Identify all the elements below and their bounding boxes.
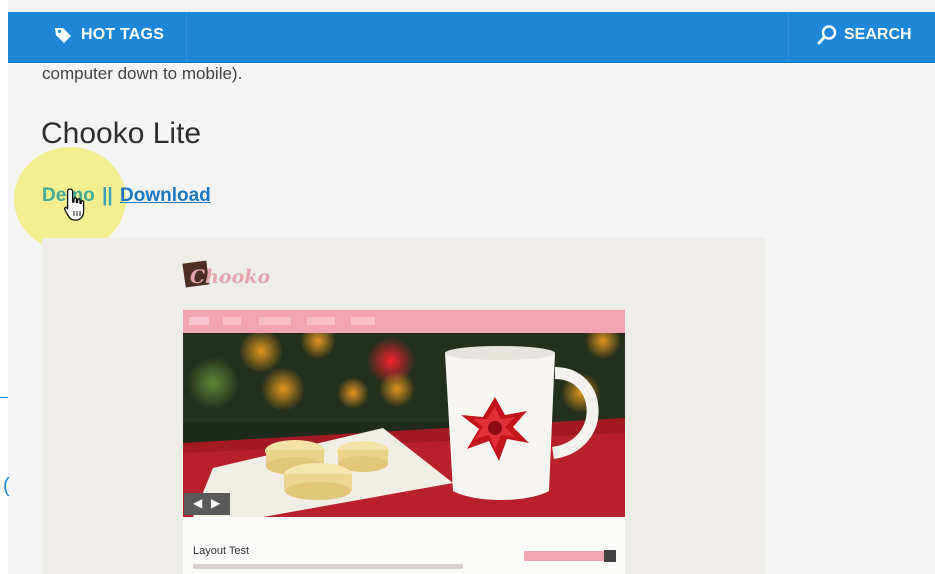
preview-nav-item (259, 317, 291, 325)
hero-image (183, 333, 625, 517)
preview-search-icon (604, 550, 616, 562)
left-edge-text[interactable]: ( (3, 475, 10, 498)
preview-nav-item (189, 317, 209, 325)
download-link[interactable]: Download (120, 185, 211, 206)
preview-nav-item (223, 317, 241, 325)
search-label: SEARCH (844, 26, 912, 43)
preview-post-title: Layout Test (193, 545, 250, 557)
logo-text: Chooko (190, 266, 271, 288)
hot-tags-label: HOT TAGS (81, 26, 165, 43)
preview-nav-bar (183, 310, 625, 333)
intro-text: computer down to mobile). (42, 64, 243, 83)
search-button[interactable]: SEARCH (788, 12, 935, 62)
search-icon (817, 25, 837, 45)
link-separator: || (102, 185, 113, 206)
hot-tags-button[interactable]: HOT TAGS (8, 12, 187, 62)
preview-nav-item (351, 317, 375, 325)
tag-icon (55, 28, 71, 43)
hand-cursor-icon (63, 188, 85, 221)
slider-prev-icon[interactable]: ◀ (193, 496, 202, 510)
theme-screenshot[interactable]: Chooko ◀ ▶ Layout Test (42, 238, 765, 574)
left-edge-line (0, 397, 8, 398)
preview-post-meta (193, 564, 463, 569)
slider-controls: ◀ ▶ (184, 493, 230, 515)
slider-next-icon[interactable]: ▶ (211, 496, 220, 510)
top-nav-bar: HOT TAGS SEARCH (8, 12, 935, 63)
theme-title: Chooko Lite (41, 117, 202, 150)
preview-search-field (524, 551, 604, 561)
preview-nav-item (307, 317, 335, 325)
